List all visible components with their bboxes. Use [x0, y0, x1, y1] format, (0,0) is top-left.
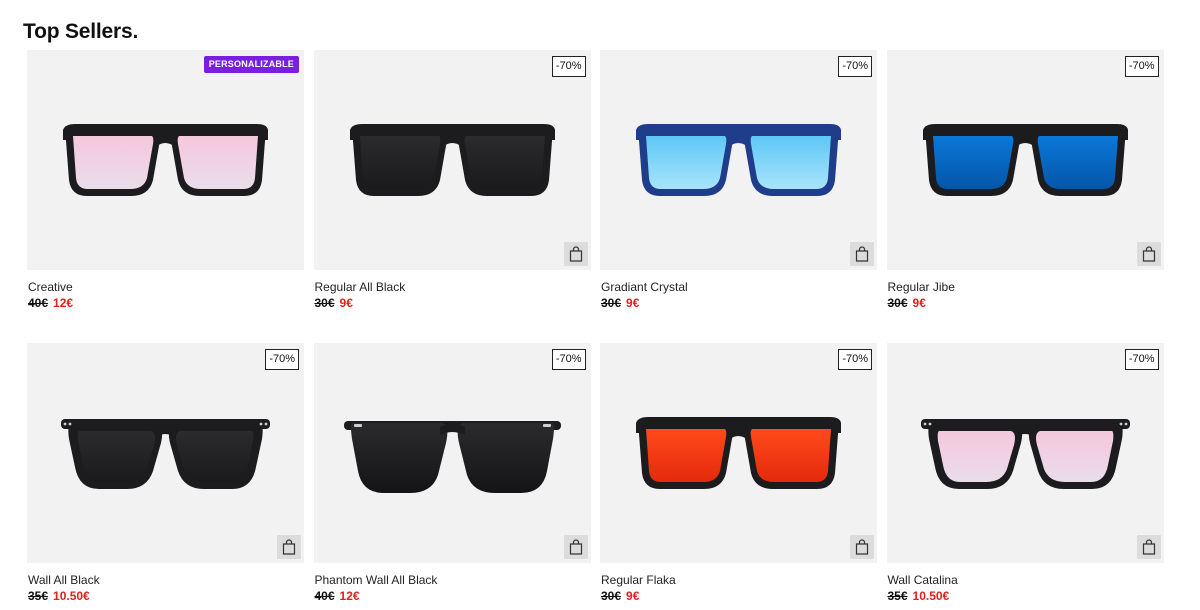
product-image[interactable]: -70% — [313, 343, 591, 563]
product-name[interactable]: Wall Catalina — [888, 573, 958, 587]
badge: -70% — [551, 349, 586, 370]
shopping-bag-icon — [1142, 539, 1155, 555]
product-card[interactable]: -70% Regular Jibe 30€ 9€ — [886, 50, 1164, 316]
original-price: 40€ — [314, 589, 335, 603]
product-name[interactable]: Wall All Black — [28, 573, 100, 587]
sunglasses-icon — [349, 124, 555, 196]
sale-price: 10.50€ — [912, 589, 950, 603]
sale-price: 12€ — [339, 589, 360, 603]
badge: -70% — [838, 56, 872, 77]
add-to-cart-button[interactable] — [1136, 242, 1161, 266]
badge: PERSONALIZABLE — [203, 56, 299, 73]
product-card[interactable]: -70% Regular All Black 30€ 9€ — [313, 50, 591, 316]
product-prices: 30€ 9€ — [601, 589, 639, 603]
sunglasses-icon — [922, 124, 1128, 196]
add-to-cart-button[interactable] — [277, 535, 301, 559]
sale-price: 10.50€ — [53, 589, 90, 603]
product-card[interactable]: -70% Regular Flaka 30€ 9€ — [600, 343, 877, 609]
product-image[interactable]: -70% — [600, 343, 877, 563]
sunglasses-icon — [343, 421, 561, 493]
sunglasses-icon — [636, 417, 841, 489]
badge: -70% — [1124, 349, 1159, 370]
sunglasses-icon — [920, 419, 1130, 489]
shopping-bag-icon — [1142, 246, 1155, 262]
sale-price: 9€ — [339, 296, 353, 310]
shopping-bag-icon — [282, 539, 296, 555]
product-name[interactable]: Gradiant Crystal — [601, 280, 688, 294]
product-image[interactable]: PERSONALIZABLE — [27, 50, 304, 270]
product-prices: 35€ 10.50€ — [28, 589, 90, 603]
shopping-bag-icon — [855, 539, 869, 555]
product-name[interactable]: Regular Jibe — [888, 280, 955, 294]
product-card[interactable]: PERSONALIZABLE Creative 40€ 12€ — [27, 50, 304, 316]
original-price: 35€ — [28, 589, 49, 603]
product-card[interactable]: -70% Phantom Wall All Black 40€ 12€ — [313, 343, 591, 609]
product-prices: 30€ 9€ — [888, 296, 926, 310]
sunglasses-icon — [63, 124, 268, 196]
shopping-bag-icon — [569, 539, 582, 555]
product-prices: 40€ 12€ — [28, 296, 73, 310]
product-prices: 30€ 9€ — [315, 296, 353, 310]
product-prices: 30€ 9€ — [601, 296, 639, 310]
shopping-bag-icon — [569, 246, 582, 262]
product-name[interactable]: Regular Flaka — [601, 573, 676, 587]
original-price: 30€ — [601, 589, 622, 603]
badge: -70% — [1124, 56, 1159, 77]
sale-price: 9€ — [912, 296, 926, 310]
product-image[interactable]: -70% — [886, 343, 1164, 563]
badge: -70% — [838, 349, 872, 370]
product-name[interactable]: Phantom Wall All Black — [315, 573, 438, 587]
original-price: 40€ — [28, 296, 49, 310]
product-image[interactable]: -70% — [886, 50, 1164, 270]
product-prices: 35€ 10.50€ — [888, 589, 950, 603]
add-to-cart-button[interactable] — [1136, 535, 1161, 559]
sale-price: 9€ — [626, 589, 640, 603]
original-price: 30€ — [314, 296, 335, 310]
add-to-cart-button[interactable] — [850, 535, 874, 559]
sale-price: 12€ — [53, 296, 74, 310]
product-card[interactable]: -70% Wall Catalina 35€ 10.50€ — [886, 343, 1164, 609]
product-card[interactable]: -70% Gradiant Crystal 30€ 9€ — [600, 50, 877, 316]
product-image[interactable]: -70% — [313, 50, 591, 270]
product-prices: 40€ 12€ — [315, 589, 360, 603]
product-image[interactable]: -70% — [27, 343, 304, 563]
product-name[interactable]: Creative — [28, 280, 73, 294]
add-to-cart-button[interactable] — [563, 242, 588, 266]
product-grid: PERSONALIZABLE Creative 40€ 12€ -70% Regu… — [27, 50, 1164, 609]
product-card[interactable]: -70% Wall All Black 35€ 10.50€ — [27, 343, 304, 609]
sunglasses-icon — [61, 419, 270, 489]
page-title: Top Sellers. — [23, 20, 139, 43]
original-price: 30€ — [887, 296, 908, 310]
shopping-bag-icon — [855, 246, 869, 262]
badge: -70% — [265, 349, 299, 370]
original-price: 30€ — [601, 296, 622, 310]
add-to-cart-button[interactable] — [563, 535, 588, 559]
sale-price: 9€ — [626, 296, 640, 310]
add-to-cart-button[interactable] — [850, 242, 874, 266]
sunglasses-icon — [636, 124, 841, 196]
product-image[interactable]: -70% — [600, 50, 877, 270]
product-name[interactable]: Regular All Black — [315, 280, 406, 294]
badge: -70% — [551, 56, 586, 77]
original-price: 35€ — [887, 589, 908, 603]
